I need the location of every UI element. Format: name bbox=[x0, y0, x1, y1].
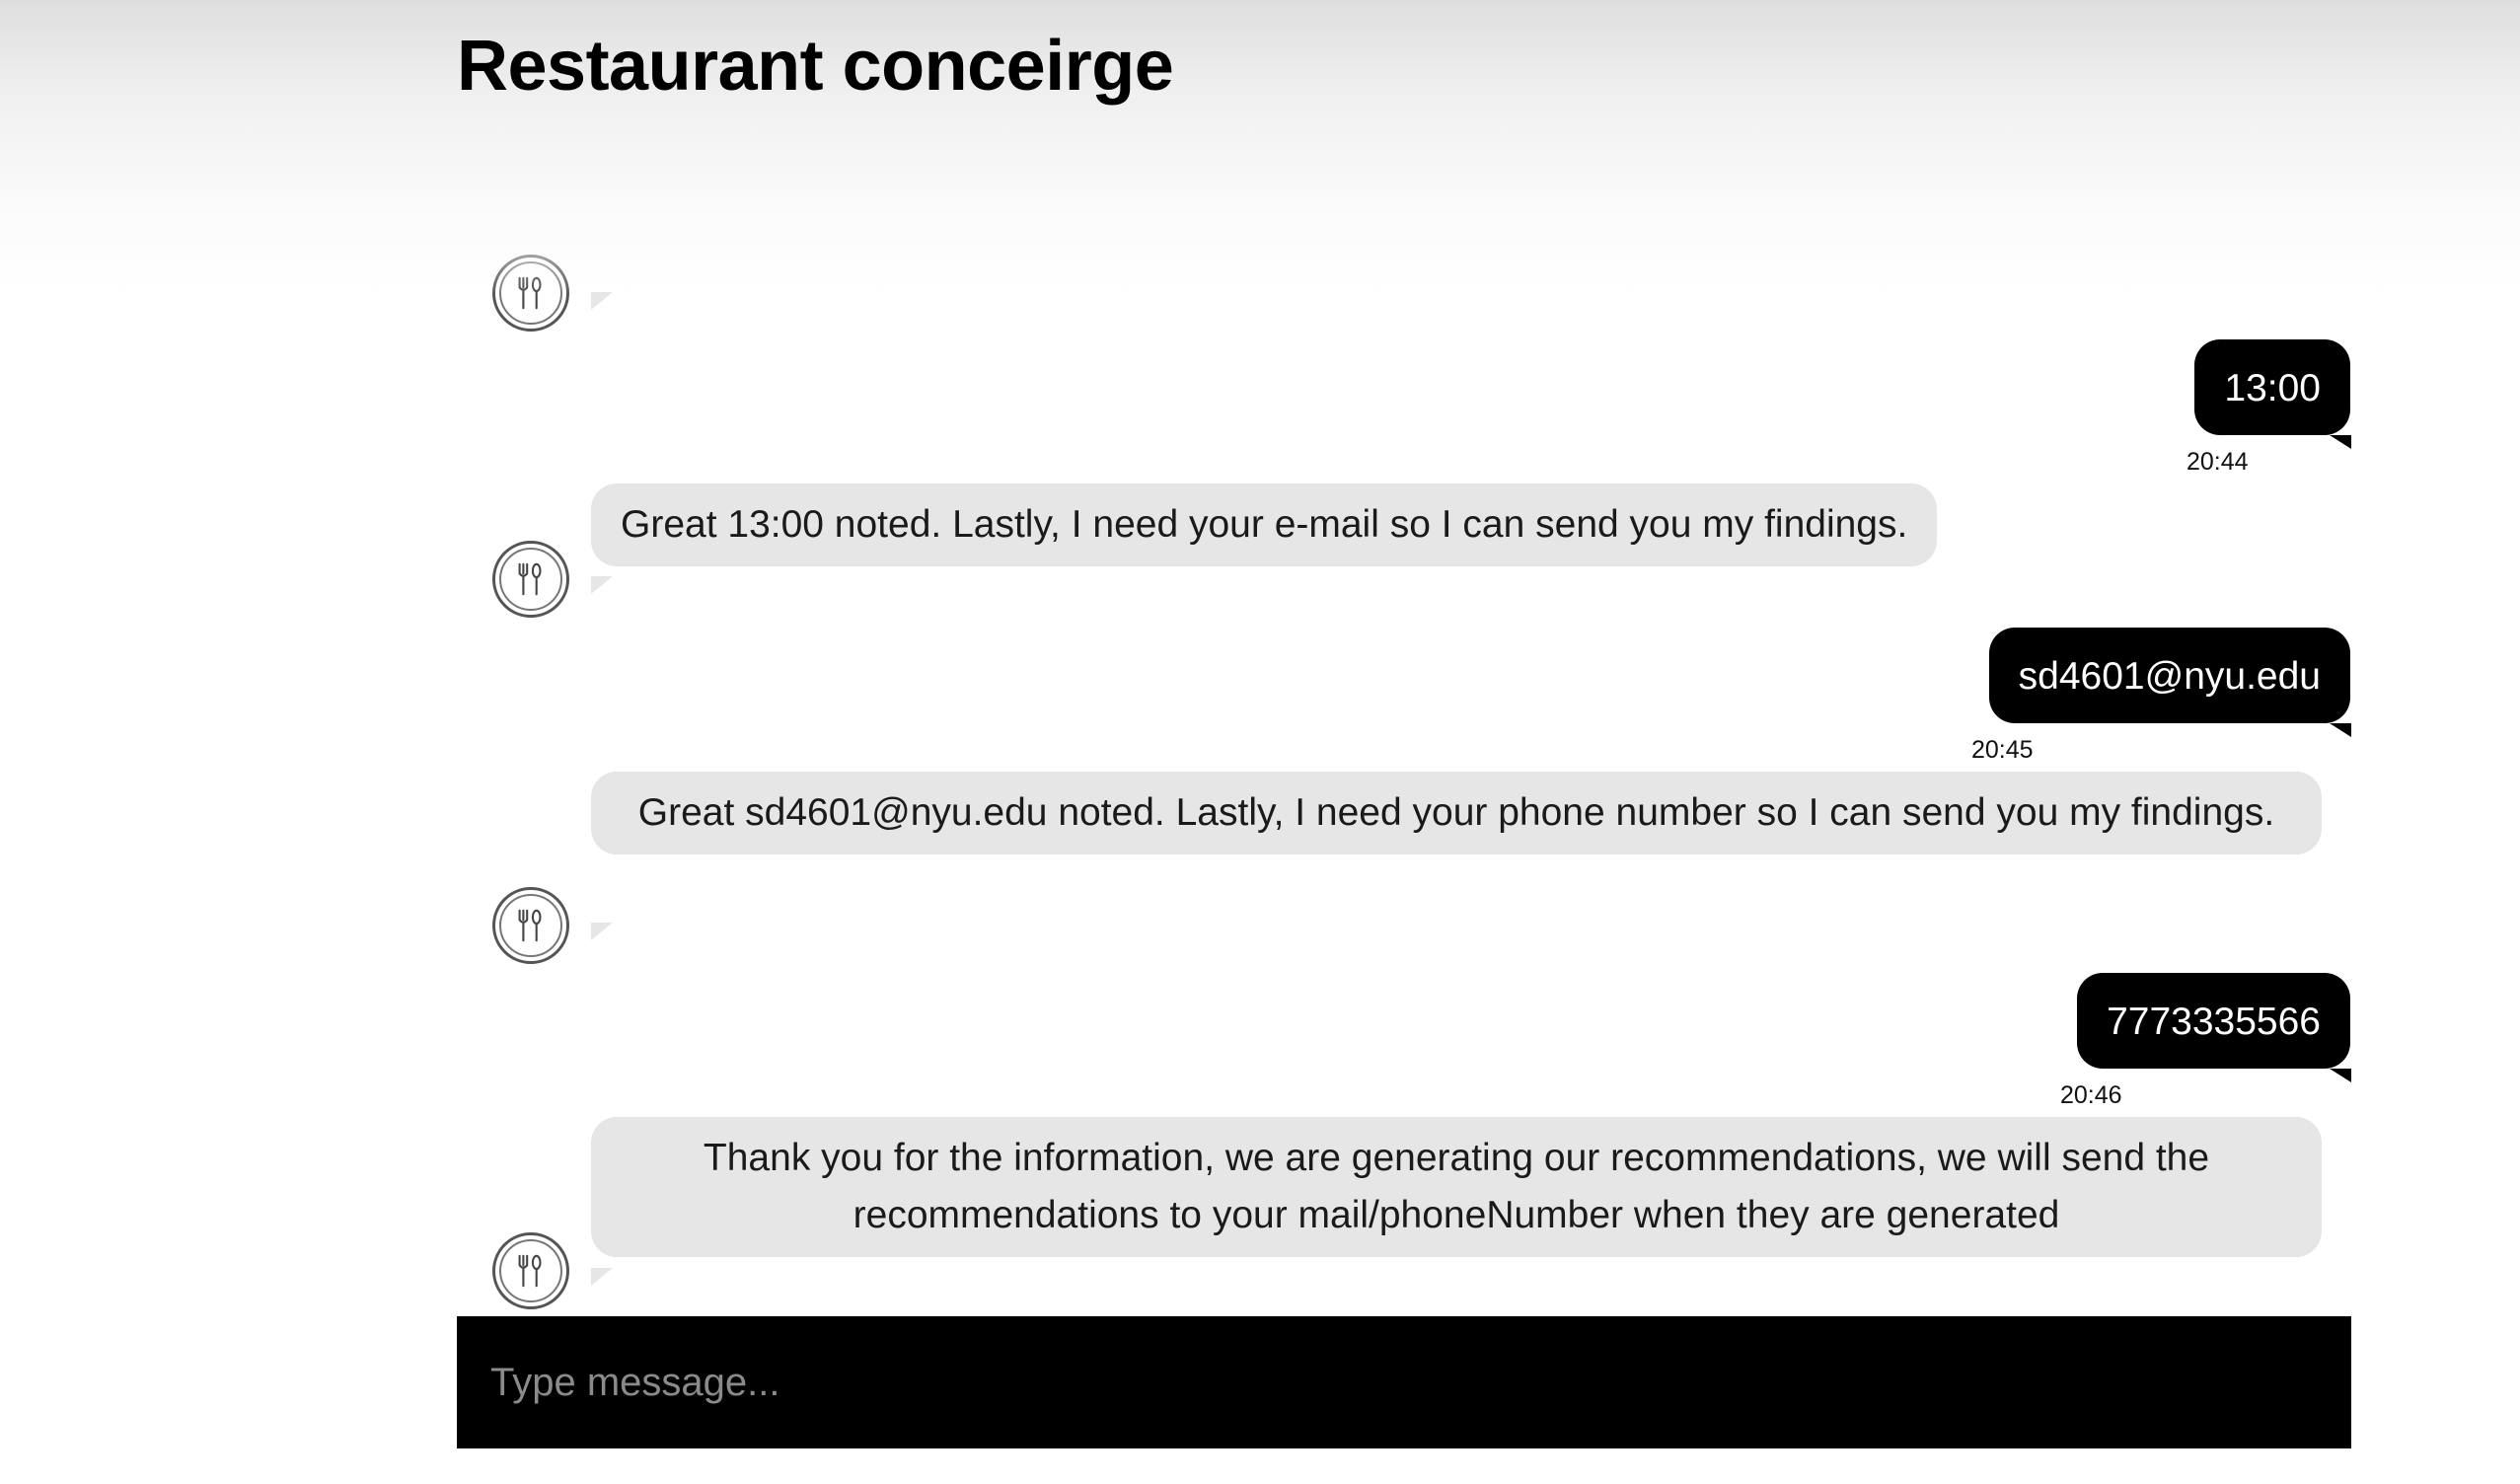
message-timestamp: 20:46 bbox=[2060, 1081, 2122, 1109]
page-title: Restaurant conceirge bbox=[457, 27, 1174, 106]
bot-message-bubble: Great 13:00 noted. Lastly, I need your e… bbox=[591, 483, 1938, 566]
user-message-bubble: sd4601@nyu.edu bbox=[1988, 628, 2350, 723]
message-input[interactable] bbox=[457, 1316, 2351, 1448]
user-message-bubble: 7773335566 bbox=[2077, 973, 2350, 1069]
user-message-text: sd4601@nyu.edu bbox=[2018, 655, 2321, 698]
user-message-text: 13:00 bbox=[2224, 367, 2321, 409]
message-timestamp: 20:44 bbox=[2186, 448, 2249, 476]
bot-message-bubble: Great sd4601@nyu.edu noted. Lastly, I ne… bbox=[591, 772, 2322, 854]
bot-message-text: Great sd4601@nyu.edu noted. Lastly, I ne… bbox=[637, 791, 2275, 834]
bot-avatar bbox=[492, 887, 569, 964]
cutlery-icon bbox=[518, 562, 542, 596]
user-message-bubble: 13:00 bbox=[2194, 339, 2350, 435]
message-composer bbox=[457, 1316, 2351, 1448]
cutlery-icon bbox=[518, 1254, 542, 1288]
bot-message-bubble: Thank you for the information, we are ge… bbox=[591, 1117, 2322, 1257]
bot-avatar bbox=[492, 1232, 569, 1309]
user-message-text: 7773335566 bbox=[2107, 1001, 2321, 1043]
page-header: Restaurant conceirge bbox=[0, 0, 2520, 296]
bot-message-text: Thank you for the information, we are ge… bbox=[703, 1137, 2210, 1236]
bot-avatar bbox=[492, 541, 569, 618]
chat-page: 13:00 20:44 Great 13:00 noted. Lastly, I… bbox=[0, 0, 2520, 1484]
cutlery-icon bbox=[518, 909, 542, 942]
message-timestamp: 20:45 bbox=[1971, 736, 2034, 764]
bot-message-text: Great 13:00 noted. Lastly, I need your e… bbox=[621, 503, 1908, 546]
